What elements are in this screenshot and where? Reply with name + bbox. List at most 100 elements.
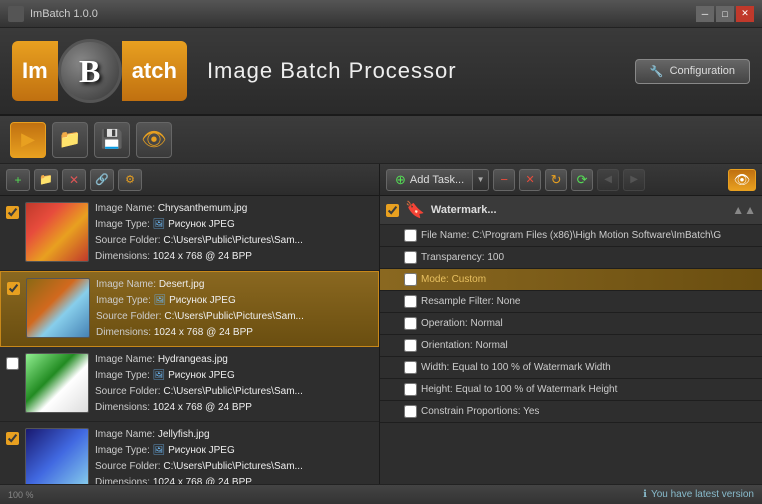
task-header-label: Watermark... xyxy=(431,204,726,216)
logo-b-letter: B xyxy=(79,53,100,90)
task-header-checkbox[interactable] xyxy=(386,204,399,217)
maximize-button[interactable]: □ xyxy=(716,6,734,22)
task-item-text: Height: Equal to 100 % of Watermark Heig… xyxy=(421,384,754,395)
wrench-icon: 🔧 xyxy=(650,65,664,78)
task-item-text: Operation: Normal xyxy=(421,318,754,329)
status-message: You have latest version xyxy=(651,489,754,500)
run-button[interactable]: ▶ xyxy=(10,122,46,158)
task-item[interactable]: File Name: C:\Program Files (x86)\High M… xyxy=(380,225,762,247)
add-task-dropdown-arrow[interactable]: ▼ xyxy=(472,170,488,190)
task-item-text: Orientation: Normal xyxy=(421,340,754,351)
task-item[interactable]: Resample Filter: None xyxy=(380,291,762,313)
task-item-text: File Name: C:\Program Files (x86)\High M… xyxy=(421,230,754,241)
window-controls: ─ □ ✕ xyxy=(696,6,754,22)
close-button[interactable]: ✕ xyxy=(736,6,754,22)
add-folder-button[interactable]: 📁 xyxy=(34,169,58,191)
image-info-line: Image Name: Jellyfish.jpg xyxy=(95,428,373,442)
image-info-line: Image Type: 🖼 Рисунок JPEG xyxy=(95,444,373,458)
image-checkbox[interactable] xyxy=(6,432,19,445)
delete-task-button[interactable]: ✕ xyxy=(519,169,541,191)
image-info-line: Source Folder: C:\Users\Public\Pictures\… xyxy=(95,234,373,248)
folder-icon: 📁 xyxy=(59,129,81,150)
header: Im B atch Image Batch Processor 🔧 Config… xyxy=(0,28,762,116)
task-item[interactable]: Orientation: Normal xyxy=(380,335,762,357)
right-toolbar: ⊕ Add Task... ▼ − ✕ ↻ ⟳ ◀ ▶ 👁 xyxy=(380,164,762,196)
logo-b-circle: B xyxy=(58,39,122,103)
main-content: + 📁 ✕ 🔗 ⚙ Image Name: Chrysanthemum.jpgI… xyxy=(0,164,762,504)
link-icon: 🔗 xyxy=(95,173,109,186)
task-item-checkbox[interactable] xyxy=(404,339,417,352)
image-thumbnail xyxy=(26,278,90,338)
image-checkbox[interactable] xyxy=(7,282,20,295)
image-thumbnail xyxy=(25,428,89,488)
minimize-button[interactable]: ─ xyxy=(696,6,714,22)
refresh-button[interactable]: ↻ xyxy=(545,169,567,191)
plus-circle-icon: ⊕ xyxy=(395,172,406,188)
task-item[interactable]: Height: Equal to 100 % of Watermark Heig… xyxy=(380,379,762,401)
image-info-line: Source Folder: C:\Users\Public\Pictures\… xyxy=(95,385,373,399)
left-panel: + 📁 ✕ 🔗 ⚙ Image Name: Chrysanthemum.jpgI… xyxy=(0,164,380,504)
task-header[interactable]: 🔖 Watermark... ▲▲ xyxy=(380,196,762,225)
settings-button[interactable]: ⚙ xyxy=(118,169,142,191)
task-item[interactable]: Width: Equal to 100 % of Watermark Width xyxy=(380,357,762,379)
image-list[interactable]: Image Name: Chrysanthemum.jpgImage Type:… xyxy=(0,196,379,504)
status-version: ℹ You have latest version xyxy=(643,489,754,500)
task-item-checkbox[interactable] xyxy=(404,383,417,396)
task-item-checkbox[interactable] xyxy=(404,251,417,264)
task-item-checkbox[interactable] xyxy=(404,317,417,330)
task-item-checkbox[interactable] xyxy=(404,273,417,286)
app-icon xyxy=(8,6,24,22)
logo-im: Im xyxy=(12,41,58,101)
task-item-checkbox[interactable] xyxy=(404,361,417,374)
configuration-button[interactable]: 🔧 Configuration xyxy=(635,59,750,84)
next-button[interactable]: ▶ xyxy=(623,169,645,191)
image-info-line: Image Type: 🖼 Рисунок JPEG xyxy=(95,218,373,232)
remove-task-button[interactable]: − xyxy=(493,169,515,191)
image-info-line: Image Name: Hydrangeas.jpg xyxy=(95,353,373,367)
logo-area: Im B atch xyxy=(12,39,187,103)
title-bar-left: ImBatch 1.0.0 xyxy=(8,6,98,22)
image-thumbnail xyxy=(25,202,89,262)
image-info-line: Source Folder: C:\Users\Public\Pictures\… xyxy=(96,310,372,324)
add-task-main[interactable]: ⊕ Add Task... xyxy=(387,170,472,190)
task-item-text: Width: Equal to 100 % of Watermark Width xyxy=(421,362,754,373)
save-button[interactable]: 💾 xyxy=(94,122,130,158)
task-expand-icon[interactable]: ▲▲ xyxy=(732,203,756,217)
status-bar: 100 % ℹ You have latest version xyxy=(0,484,762,504)
task-item-text: Transparency: 100 xyxy=(421,252,754,263)
add-image-button[interactable]: + xyxy=(6,169,30,191)
image-item[interactable]: Image Name: Desert.jpgImage Type: 🖼 Рису… xyxy=(0,271,379,347)
image-info: Image Name: Hydrangeas.jpg Image Type: 🖼 … xyxy=(95,353,373,415)
image-info-line: Image Type: 🖼 Рисунок JPEG xyxy=(95,369,373,383)
status-zoom: 100 % xyxy=(8,490,34,500)
task-item-text: Mode: Custom xyxy=(421,274,754,285)
image-info: Image Name: Desert.jpgImage Type: 🖼 Рису… xyxy=(96,278,372,340)
task-item-checkbox[interactable] xyxy=(404,405,417,418)
reload-button[interactable]: ⟳ xyxy=(571,169,593,191)
task-item-checkbox[interactable] xyxy=(404,229,417,242)
task-item[interactable]: Operation: Normal xyxy=(380,313,762,335)
task-item-text: Resample Filter: None xyxy=(421,296,754,307)
prev-button[interactable]: ◀ xyxy=(597,169,619,191)
preview-button[interactable]: 👁 xyxy=(136,122,172,158)
image-info: Image Name: Jellyfish.jpg Image Type: 🖼 Р… xyxy=(95,428,373,490)
image-checkbox[interactable] xyxy=(6,357,19,370)
task-item[interactable]: Transparency: 100 xyxy=(380,247,762,269)
image-info-line: Dimensions: 1024 x 768 @ 24 BPP xyxy=(95,401,373,415)
image-item[interactable]: Image Name: Hydrangeas.jpg Image Type: 🖼 … xyxy=(0,347,379,422)
task-item[interactable]: Mode: Custom xyxy=(380,269,762,291)
remove-image-button[interactable]: ✕ xyxy=(62,169,86,191)
settings-icon: ⚙ xyxy=(125,173,135,186)
add-url-button[interactable]: 🔗 xyxy=(90,169,114,191)
main-toolbar: ▶ 📁 💾 👁 xyxy=(0,116,762,164)
right-panel: ⊕ Add Task... ▼ − ✕ ↻ ⟳ ◀ ▶ 👁 🔖 Watermar… xyxy=(380,164,762,504)
task-item[interactable]: Constrain Proportions: Yes xyxy=(380,401,762,423)
folder-button[interactable]: 📁 xyxy=(52,122,88,158)
image-info: Image Name: Chrysanthemum.jpgImage Type:… xyxy=(95,202,373,264)
image-checkbox[interactable] xyxy=(6,206,19,219)
task-list[interactable]: 🔖 Watermark... ▲▲ File Name: C:\Program … xyxy=(380,196,762,504)
add-task-button[interactable]: ⊕ Add Task... ▼ xyxy=(386,169,489,191)
task-item-checkbox[interactable] xyxy=(404,295,417,308)
eye-view-button[interactable]: 👁 xyxy=(728,169,756,191)
image-item[interactable]: Image Name: Chrysanthemum.jpgImage Type:… xyxy=(0,196,379,271)
